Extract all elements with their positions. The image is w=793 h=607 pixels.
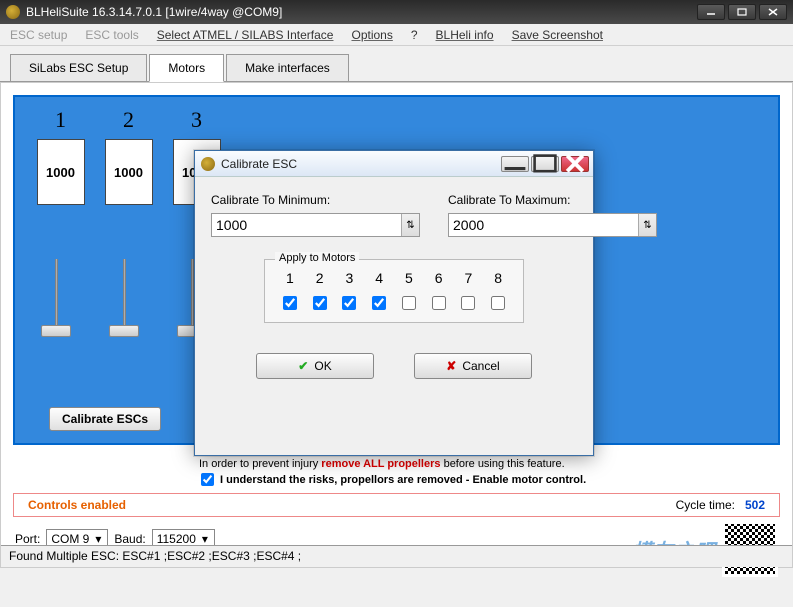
- cycle-value: 502: [745, 498, 765, 512]
- consent-label: I understand the risks, propellors are r…: [220, 474, 586, 486]
- consent-checkbox[interactable]: [201, 473, 214, 486]
- cal-max-input[interactable]: [449, 214, 638, 236]
- menubar: ESC setup ESC tools Select ATMEL / SILAB…: [0, 24, 793, 46]
- cross-icon: ✘: [446, 359, 456, 373]
- cycle-label: Cycle time:: [676, 498, 735, 512]
- motor-value-1: 1000: [37, 139, 85, 205]
- cancel-label: Cancel: [462, 359, 499, 373]
- tab-make[interactable]: Make interfaces: [226, 54, 349, 81]
- dialog-icon: [201, 157, 215, 171]
- motor-apply-checkbox-8[interactable]: [491, 296, 505, 310]
- footer-status: Found Multiple ESC: ESC#1 ;ESC#2 ;ESC#3 …: [1, 545, 792, 567]
- controls-enabled-label: Controls enabled: [28, 498, 126, 512]
- menu-esc-tools[interactable]: ESC tools: [85, 28, 138, 42]
- cycle-time: Cycle time: 502: [676, 498, 765, 512]
- motor-number: 2: [101, 107, 156, 133]
- warning-suffix: before using this feature.: [441, 458, 565, 470]
- status-row: Controls enabled Cycle time: 502: [13, 493, 780, 517]
- motor-apply-checkbox-6[interactable]: [432, 296, 446, 310]
- cal-min-spinbox: ⇅: [211, 213, 420, 237]
- chevron-down-icon: ▾: [198, 532, 212, 546]
- motor-col-2: 2 1000: [101, 107, 156, 205]
- tab-motors[interactable]: Motors: [149, 54, 224, 82]
- cal-max-label: Calibrate To Maximum:: [448, 193, 657, 207]
- menu-blheli-info[interactable]: BLHeli info: [436, 28, 494, 42]
- motor-apply-checkbox-2[interactable]: [313, 296, 327, 310]
- motor-value-2: 1000: [105, 139, 153, 205]
- motor-num-label: 6: [435, 270, 443, 286]
- dialog-maximize-button[interactable]: [531, 156, 559, 172]
- motor-num-label: 3: [345, 270, 353, 286]
- minimize-button[interactable]: [697, 4, 725, 20]
- port-value: COM 9: [51, 532, 89, 546]
- motor-apply-checkbox-4[interactable]: [372, 296, 386, 310]
- motor-num-label: 4: [375, 270, 383, 286]
- spin-buttons[interactable]: ⇅: [401, 214, 419, 236]
- warning-prefix: In order to prevent injury: [199, 458, 321, 470]
- dialog-title: Calibrate ESC: [221, 157, 499, 171]
- app-title: BLHeliSuite 16.3.14.7.0.1 [1wire/4way @C…: [26, 5, 694, 19]
- port-label: Port:: [15, 532, 40, 546]
- motor-number: 1: [33, 107, 88, 133]
- motor-apply-checkbox-1[interactable]: [283, 296, 297, 310]
- cal-min-label: Calibrate To Minimum:: [211, 193, 420, 207]
- apply-legend: Apply to Motors: [275, 252, 359, 264]
- baud-label: Baud:: [114, 532, 145, 546]
- motor-num-label: 7: [464, 270, 472, 286]
- cal-min-input[interactable]: [212, 214, 401, 236]
- motor-num-label: 2: [316, 270, 324, 286]
- motor-num-label: 5: [405, 270, 413, 286]
- menu-interface[interactable]: Select ATMEL / SILABS Interface: [157, 28, 334, 42]
- ok-label: OK: [314, 359, 331, 373]
- cancel-button[interactable]: ✘ Cancel: [414, 353, 532, 379]
- spin-buttons[interactable]: ⇅: [638, 214, 656, 236]
- calibrate-dialog: Calibrate ESC Calibrate To Minimum: ⇅ Ca…: [194, 150, 594, 456]
- motor-apply-checkbox-7[interactable]: [461, 296, 475, 310]
- menu-options[interactable]: Options: [351, 28, 392, 42]
- dialog-minimize-button[interactable]: [501, 156, 529, 172]
- motor-apply-checkbox-3[interactable]: [342, 296, 356, 310]
- menu-screenshot[interactable]: Save Screenshot: [512, 28, 603, 42]
- close-button[interactable]: [759, 4, 787, 20]
- apply-to-motors-group: Apply to Motors 12345678: [264, 259, 524, 323]
- app-icon: [6, 5, 20, 19]
- menu-esc-setup[interactable]: ESC setup: [10, 28, 67, 42]
- warning-bold: remove ALL propellers: [321, 458, 440, 470]
- motor-num-label: 1: [286, 270, 294, 286]
- baud-value: 115200: [157, 532, 196, 546]
- menu-help[interactable]: ?: [411, 28, 418, 42]
- dialog-titlebar: Calibrate ESC: [195, 151, 593, 177]
- maximize-button[interactable]: [728, 4, 756, 20]
- chevron-down-icon: ▾: [91, 532, 105, 546]
- dialog-close-button[interactable]: [561, 156, 589, 172]
- cal-max-spinbox: ⇅: [448, 213, 657, 237]
- consent-row: I understand the risks, propellors are r…: [201, 473, 586, 486]
- tab-silabs[interactable]: SiLabs ESC Setup: [10, 54, 147, 81]
- main-titlebar: BLHeliSuite 16.3.14.7.0.1 [1wire/4way @C…: [0, 0, 793, 24]
- dialog-body: Calibrate To Minimum: ⇅ Calibrate To Max…: [195, 177, 593, 379]
- ok-button[interactable]: ✔ OK: [256, 353, 374, 379]
- propeller-warning: In order to prevent injury remove ALL pr…: [199, 458, 565, 470]
- motor-number: 3: [169, 107, 224, 133]
- tabbar: SiLabs ESC Setup Motors Make interfaces: [0, 52, 793, 82]
- motor-num-label: 8: [494, 270, 502, 286]
- calibrate-escs-button[interactable]: Calibrate ESCs: [49, 407, 161, 431]
- motor-apply-checkbox-5[interactable]: [402, 296, 416, 310]
- motor-col-1: 1 1000: [33, 107, 88, 205]
- check-icon: ✔: [298, 359, 308, 373]
